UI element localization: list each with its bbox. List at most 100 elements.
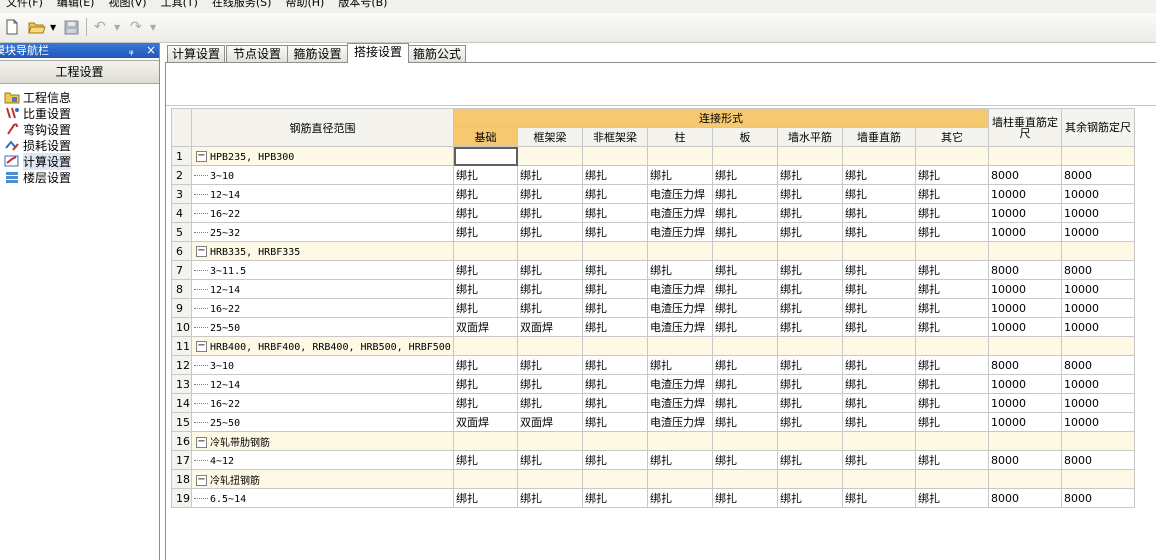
connect-cell[interactable]: 绑扎: [842, 203, 916, 223]
connect-cell[interactable]: 绑扎: [453, 184, 518, 204]
other-length-cell[interactable]: 8000: [1061, 488, 1135, 508]
connect-cell[interactable]: 双面焊: [517, 317, 583, 337]
connect-cell[interactable]: 绑扎: [842, 317, 916, 337]
connect-cell[interactable]: 绑扎: [777, 317, 843, 337]
wall-length-cell[interactable]: 8000: [988, 488, 1062, 508]
connect-cell[interactable]: 绑扎: [453, 165, 518, 185]
connect-cell[interactable]: 绑扎: [915, 374, 989, 394]
menu-item[interactable]: 视图(V): [108, 0, 146, 10]
connect-cell[interactable]: 绑扎: [582, 184, 648, 204]
other-length-cell[interactable]: 10000: [1061, 412, 1135, 432]
nav-section-header[interactable]: 工程设置: [0, 60, 159, 84]
connect-cell[interactable]: 绑扎: [582, 279, 648, 299]
connect-cell[interactable]: 绑扎: [842, 393, 916, 413]
connect-cell[interactable]: 绑扎: [915, 298, 989, 318]
connect-cell[interactable]: 绑扎: [915, 488, 989, 508]
connect-cell[interactable]: 绑扎: [777, 279, 843, 299]
connect-cell[interactable]: 绑扎: [915, 260, 989, 280]
range-cell[interactable]: 25~32: [191, 222, 454, 242]
connect-cell[interactable]: [453, 469, 518, 489]
connect-cell[interactable]: [712, 146, 778, 166]
connect-cell[interactable]: 绑扎: [777, 184, 843, 204]
other-length-cell[interactable]: 10000: [1061, 374, 1135, 394]
tab[interactable]: 搭接设置: [347, 43, 409, 63]
connect-cell[interactable]: 绑扎: [712, 184, 778, 204]
connect-cell[interactable]: 绑扎: [712, 412, 778, 432]
connect-cell[interactable]: 电渣压力焊: [647, 298, 713, 318]
connect-cell[interactable]: 绑扎: [712, 450, 778, 470]
collapse-icon[interactable]: −: [196, 246, 207, 257]
wall-length-cell[interactable]: 10000: [988, 184, 1062, 204]
connect-cell[interactable]: [712, 431, 778, 451]
connect-cell[interactable]: [647, 336, 713, 356]
other-length-cell[interactable]: [1061, 336, 1135, 356]
connect-cell[interactable]: [842, 431, 916, 451]
connect-cell[interactable]: 电渣压力焊: [647, 222, 713, 242]
connect-cell[interactable]: [453, 336, 518, 356]
range-cell[interactable]: 25~50: [191, 317, 454, 337]
connect-cell[interactable]: 绑扎: [582, 412, 648, 432]
wall-length-cell[interactable]: 10000: [988, 412, 1062, 432]
connect-cell[interactable]: [842, 241, 916, 261]
range-cell[interactable]: 16~22: [191, 393, 454, 413]
wall-length-cell[interactable]: 10000: [988, 279, 1062, 299]
connect-cell[interactable]: 电渣压力焊: [647, 279, 713, 299]
range-cell[interactable]: 3~11.5: [191, 260, 454, 280]
connect-cell[interactable]: 绑扎: [777, 260, 843, 280]
connect-cell[interactable]: [777, 146, 843, 166]
wall-length-cell[interactable]: [988, 336, 1062, 356]
other-length-cell[interactable]: 10000: [1061, 184, 1135, 204]
wall-length-cell[interactable]: 10000: [988, 317, 1062, 337]
connect-cell[interactable]: 绑扎: [647, 355, 713, 375]
connect-cell[interactable]: 绑扎: [915, 412, 989, 432]
connect-cell[interactable]: 绑扎: [842, 184, 916, 204]
connect-cell[interactable]: 绑扎: [842, 412, 916, 432]
new-file-button[interactable]: [5, 17, 19, 37]
connect-cell[interactable]: 电渣压力焊: [647, 184, 713, 204]
connect-cell[interactable]: 绑扎: [915, 393, 989, 413]
other-length-cell[interactable]: 10000: [1061, 298, 1135, 318]
connect-cell[interactable]: [842, 469, 916, 489]
connect-cell[interactable]: 绑扎: [453, 393, 518, 413]
connect-cell[interactable]: 绑扎: [582, 298, 648, 318]
connect-cell[interactable]: 电渣压力焊: [647, 317, 713, 337]
connect-cell[interactable]: 绑扎: [582, 317, 648, 337]
connect-cell[interactable]: 绑扎: [647, 488, 713, 508]
connect-cell[interactable]: 绑扎: [712, 222, 778, 242]
connect-cell[interactable]: [647, 469, 713, 489]
other-length-cell[interactable]: 10000: [1061, 317, 1135, 337]
connect-cell[interactable]: 绑扎: [842, 222, 916, 242]
wall-length-cell[interactable]: 10000: [988, 222, 1062, 242]
connect-cell[interactable]: 绑扎: [582, 222, 648, 242]
connect-cell[interactable]: 绑扎: [915, 279, 989, 299]
connect-cell[interactable]: [517, 469, 583, 489]
connect-cell[interactable]: 绑扎: [777, 165, 843, 185]
connect-cell[interactable]: 绑扎: [517, 355, 583, 375]
menu-item[interactable]: 编辑(E): [57, 0, 95, 10]
menu-item[interactable]: 工具(T): [161, 0, 198, 10]
connect-cell[interactable]: [712, 469, 778, 489]
collapse-icon[interactable]: −: [196, 475, 207, 486]
redo-button[interactable]: ↷: [130, 17, 142, 37]
connect-cell[interactable]: [777, 469, 843, 489]
connect-cell[interactable]: 绑扎: [647, 165, 713, 185]
connect-cell[interactable]: [915, 431, 989, 451]
connect-cell[interactable]: 绑扎: [517, 184, 583, 204]
nav-item[interactable]: 计算设置: [0, 152, 159, 170]
connect-cell[interactable]: 电渣压力焊: [647, 203, 713, 223]
menu-item[interactable]: 版本号(B): [338, 0, 387, 10]
connect-cell[interactable]: 双面焊: [453, 317, 518, 337]
connect-cell[interactable]: [915, 241, 989, 261]
connect-cell[interactable]: [777, 431, 843, 451]
group-name-cell[interactable]: − HRB335, HRBF335: [191, 241, 454, 261]
range-cell[interactable]: 12~14: [191, 374, 454, 394]
wall-length-cell[interactable]: 8000: [988, 450, 1062, 470]
connect-cell[interactable]: 绑扎: [453, 203, 518, 223]
connect-cell[interactable]: [582, 431, 648, 451]
connect-cell[interactable]: 绑扎: [582, 393, 648, 413]
connect-cell[interactable]: 绑扎: [915, 317, 989, 337]
connect-cell[interactable]: 绑扎: [712, 355, 778, 375]
redo-dropdown[interactable]: ▼: [150, 17, 156, 37]
collapse-icon[interactable]: −: [196, 151, 207, 162]
connect-cell[interactable]: 绑扎: [915, 184, 989, 204]
